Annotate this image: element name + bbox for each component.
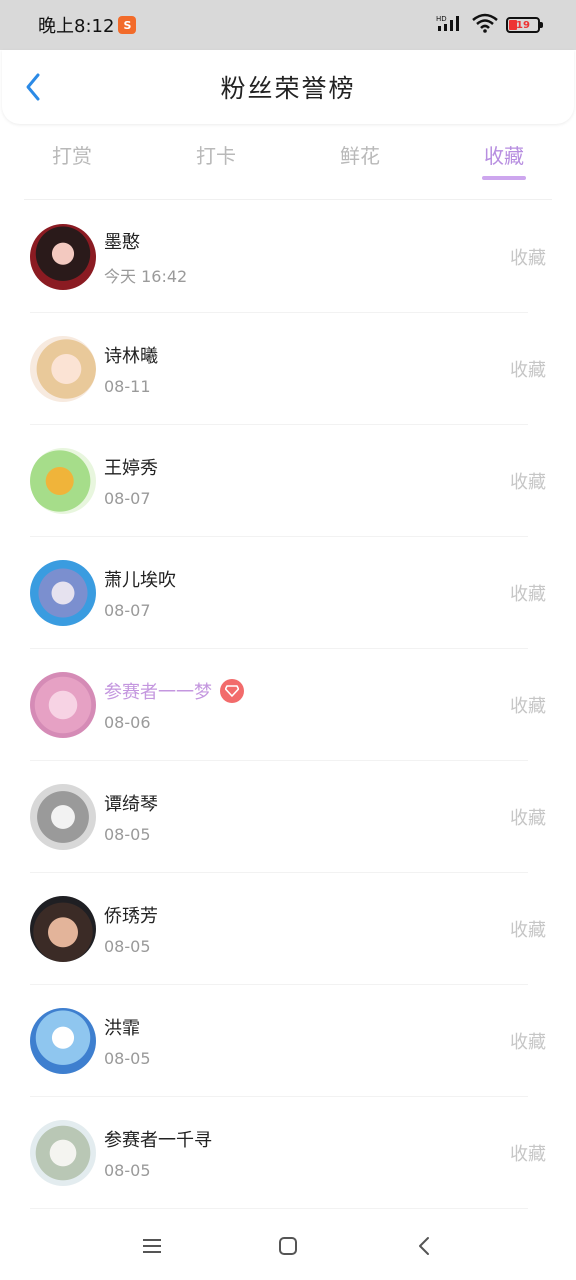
user-info: 王婷秀 08-07: [104, 454, 158, 508]
tab-label: 鲜花: [340, 144, 380, 168]
user-name[interactable]: 侨琇芳: [104, 902, 158, 928]
user-name[interactable]: 王婷秀: [104, 454, 158, 480]
tab-label: 打卡: [196, 144, 236, 168]
system-back-button[interactable]: [406, 1228, 442, 1264]
active-tab-indicator: [482, 176, 526, 180]
avatar[interactable]: [30, 336, 96, 402]
back-triangle-icon: [419, 1237, 429, 1255]
name-line: 洪霏: [104, 1014, 151, 1040]
avatar[interactable]: [30, 1008, 96, 1074]
user-date: 08-05: [104, 1161, 151, 1180]
user-name[interactable]: 参赛者一一梦: [104, 678, 212, 704]
battery-icon: 19: [506, 17, 543, 33]
user-info: 参赛者一千寻 08-05: [104, 1126, 212, 1180]
list-item[interactable]: 参赛者一千寻 08-05 收藏: [0, 1097, 576, 1209]
name-line: 谭绮琴: [104, 790, 158, 816]
name-line: 萧儿埃吹: [104, 566, 176, 592]
user-info: 萧儿埃吹 08-07: [104, 566, 176, 620]
user-date: 08-07: [104, 489, 151, 508]
name-line: 参赛者一一梦: [104, 678, 244, 704]
list-item[interactable]: 诗林曦 08-11 收藏: [0, 313, 576, 425]
user-info: 诗林曦 08-11: [104, 342, 158, 396]
action-label: 收藏: [510, 1144, 546, 1165]
action-label: 收藏: [510, 248, 546, 269]
tab-favorites[interactable]: 收藏: [432, 128, 576, 188]
signal-icon: HD: [436, 14, 464, 36]
list-item[interactable]: 王婷秀 08-07 收藏: [0, 425, 576, 537]
home-button[interactable]: [270, 1228, 306, 1264]
list-item[interactable]: 墨憨 今天 16:42 收藏: [0, 201, 576, 313]
avatar[interactable]: [30, 448, 96, 514]
name-line: 诗林曦: [104, 342, 158, 368]
user-date: 08-05: [104, 825, 151, 844]
user-date: 08-05: [104, 1049, 151, 1068]
tab-label: 打赏: [52, 144, 92, 168]
action-label: 收藏: [510, 696, 546, 717]
chevron-left-icon: [26, 73, 40, 101]
tab-checkin[interactable]: 打卡: [144, 128, 288, 188]
back-button[interactable]: [18, 72, 48, 102]
action-label: 收藏: [510, 1032, 546, 1053]
list-item[interactable]: 洪霏 08-05 收藏: [0, 985, 576, 1097]
wifi-icon: [472, 13, 498, 37]
page-title: 粉丝荣誉榜: [220, 74, 356, 103]
menu-button[interactable]: [134, 1228, 170, 1264]
user-info: 侨琇芳 08-05: [104, 902, 158, 956]
user-name[interactable]: 墨憨: [104, 228, 140, 254]
user-date: 08-11: [104, 377, 151, 396]
avatar[interactable]: [30, 1120, 96, 1186]
user-info: 参赛者一一梦 08-06: [104, 678, 244, 732]
user-name[interactable]: 洪霏: [104, 1014, 140, 1040]
avatar[interactable]: [30, 896, 96, 962]
list-item[interactable]: 萧儿埃吹 08-07 收藏: [0, 537, 576, 649]
menu-icon: [143, 1239, 161, 1253]
user-info: 洪霏 08-05: [104, 1014, 151, 1068]
status-left: 晚上8:12 S: [38, 12, 137, 38]
svg-text:HD: HD: [436, 15, 447, 23]
action-label: 收藏: [510, 920, 546, 941]
name-line: 侨琇芳: [104, 902, 158, 928]
name-line: 王婷秀: [104, 454, 158, 480]
name-line: 墨憨: [104, 228, 187, 254]
home-square-icon: [279, 1237, 297, 1255]
user-info: 墨憨 今天 16:42: [104, 228, 187, 287]
action-label: 收藏: [510, 360, 546, 381]
user-name[interactable]: 参赛者一千寻: [104, 1126, 212, 1152]
avatar[interactable]: [30, 224, 96, 290]
status-bar: 晚上8:12 S HD 19: [0, 0, 576, 50]
fan-list: 墨憨 今天 16:42 收藏 诗林曦 08-11 收藏 王婷秀 08-07 收藏…: [0, 201, 576, 1209]
avatar[interactable]: [30, 672, 96, 738]
vip-diamond-icon: [220, 679, 244, 703]
tab-label: 收藏: [484, 144, 524, 168]
avatar[interactable]: [30, 784, 96, 850]
name-line: 参赛者一千寻: [104, 1126, 212, 1152]
fan-honor-page: 晚上8:12 S HD 19 粉丝荣誉榜 打赏 打卡 鲜花 收藏 墨憨 今天 1…: [0, 0, 576, 1280]
tab-flowers[interactable]: 鲜花: [288, 128, 432, 188]
user-date: 08-05: [104, 937, 151, 956]
user-date: 08-07: [104, 601, 151, 620]
status-right: HD 19: [436, 13, 543, 37]
action-label: 收藏: [510, 584, 546, 605]
list-item[interactable]: 参赛者一一梦 08-06 收藏: [0, 649, 576, 761]
header: 粉丝荣誉榜: [2, 50, 574, 124]
avatar[interactable]: [30, 560, 96, 626]
status-time: 晚上8:12: [38, 16, 115, 37]
tab-reward[interactable]: 打赏: [0, 128, 144, 188]
tab-bar: 打赏 打卡 鲜花 收藏: [0, 128, 576, 188]
user-name[interactable]: 萧儿埃吹: [104, 566, 176, 592]
list-item[interactable]: 谭绮琴 08-05 收藏: [0, 761, 576, 873]
user-date: 08-06: [104, 713, 151, 732]
list-item[interactable]: 侨琇芳 08-05 收藏: [0, 873, 576, 985]
system-nav-bar: [0, 1212, 576, 1280]
user-info: 谭绮琴 08-05: [104, 790, 158, 844]
divider: [24, 199, 552, 200]
kuaishou-icon: S: [118, 16, 137, 34]
action-label: 收藏: [510, 472, 546, 493]
user-name[interactable]: 谭绮琴: [104, 790, 158, 816]
user-name[interactable]: 诗林曦: [104, 342, 158, 368]
action-label: 收藏: [510, 808, 546, 829]
battery-level: 19: [516, 19, 530, 31]
user-date: 今天 16:42: [104, 266, 188, 286]
